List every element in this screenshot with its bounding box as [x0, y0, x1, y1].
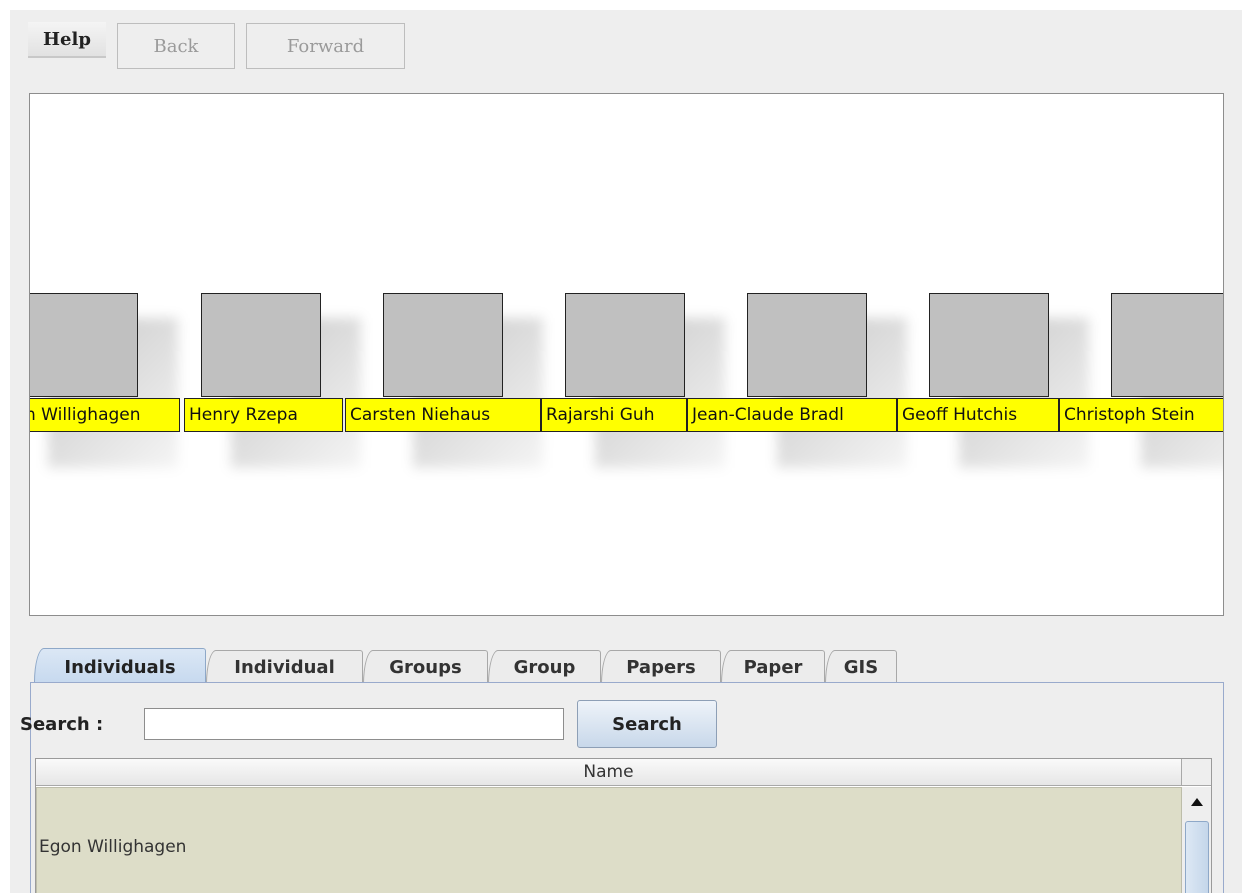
node-label[interactable]: Geoff Hutchis — [897, 398, 1059, 432]
back-button[interactable]: Back — [117, 23, 235, 69]
tab-individuals[interactable]: Individuals — [34, 648, 206, 686]
node-label[interactable]: Rajarshi Guh — [541, 398, 687, 432]
tab-groups[interactable]: Groups — [363, 650, 488, 684]
node-box[interactable] — [30, 293, 138, 397]
search-input[interactable] — [144, 708, 564, 740]
node-box[interactable] — [1111, 293, 1223, 397]
node-box[interactable] — [565, 293, 685, 397]
table-row[interactable]: Egon Willighagen — [36, 787, 1182, 893]
graph-canvas[interactable]: n Willighagen Henry Rzepa Carsten Niehaus R… — [29, 93, 1224, 616]
node-box[interactable] — [201, 293, 321, 397]
individuals-table: Name Egon Willighagen — [35, 758, 1212, 893]
node-box[interactable] — [383, 293, 503, 397]
tab-papers[interactable]: Papers — [601, 650, 721, 684]
table-cell-name: Egon Willighagen — [39, 837, 187, 857]
scroll-thumb[interactable] — [1185, 821, 1209, 893]
node-label[interactable]: Jean-Claude Bradl — [687, 398, 897, 432]
node-label[interactable]: Carsten Niehaus — [345, 398, 541, 432]
tab-individual[interactable]: Individual — [206, 650, 363, 684]
forward-button[interactable]: Forward — [246, 23, 405, 69]
tab-group[interactable]: Group — [488, 650, 601, 684]
search-button[interactable]: Search — [577, 700, 717, 748]
tab-paper[interactable]: Paper — [721, 650, 825, 684]
triangle-up-icon[interactable] — [1184, 789, 1210, 815]
node-box[interactable] — [747, 293, 867, 397]
header-corner — [1182, 759, 1211, 786]
help-button[interactable]: Help — [28, 22, 106, 58]
tab-gis[interactable]: GIS — [825, 650, 897, 684]
vertical-scrollbar[interactable] — [1182, 787, 1211, 893]
search-label: Search : — [20, 714, 104, 735]
node-box[interactable] — [929, 293, 1049, 397]
column-header-name[interactable]: Name — [36, 759, 1182, 786]
node-label[interactable]: Henry Rzepa — [184, 398, 343, 432]
node-label[interactable]: Christoph Stein — [1059, 398, 1223, 432]
app-window: Help Back Forward n Willighagen Henry Rze… — [10, 10, 1242, 893]
node-label[interactable]: n Willighagen — [30, 398, 180, 432]
